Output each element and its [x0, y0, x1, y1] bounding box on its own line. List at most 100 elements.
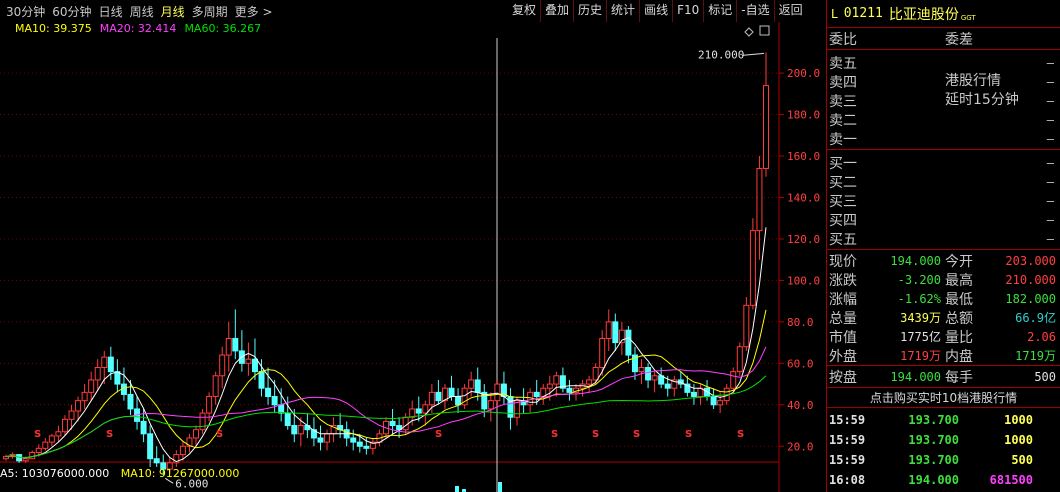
candle-body	[546, 383, 553, 389]
toolbar-button-2[interactable]: 历史	[573, 0, 606, 22]
y-tick-label: 20.0	[787, 440, 814, 453]
toolbar-button-1[interactable]: 叠加	[540, 0, 573, 22]
ask-row: 卖四 —	[827, 72, 1060, 91]
candle-body	[212, 375, 219, 398]
period-tab-0[interactable]: 30分钟	[5, 3, 46, 20]
toolbar-button-0[interactable]: 复权	[508, 0, 540, 22]
bid-value: —	[1046, 231, 1054, 246]
volume-bar	[498, 482, 502, 492]
candle-body	[605, 321, 612, 339]
ma60-line	[5, 375, 767, 459]
tick-time: 16:08	[829, 473, 866, 487]
dividend-marker: S	[435, 429, 442, 440]
period-tab-1[interactable]: 60分钟	[51, 3, 92, 20]
vol-ma10-legend: MA10: 91267000.000	[120, 467, 240, 480]
vol-ma5-legend: A5: 103076000.000	[0, 467, 110, 480]
stock-name[interactable]: 比亚迪股份	[889, 4, 959, 24]
candle-body	[638, 366, 645, 373]
toolbar-button-8[interactable]: 返回	[773, 0, 807, 22]
max-price-pointer	[741, 52, 765, 56]
market-tag: L	[831, 6, 838, 21]
toolbar-button-3[interactable]: 统计	[606, 0, 639, 22]
y-tick-label: 200.0	[787, 67, 820, 80]
candle-body	[566, 387, 573, 393]
quote-value: 1719万	[900, 349, 941, 363]
lot-label: 每手	[945, 369, 973, 386]
period-tab-2[interactable]: 日线	[98, 3, 124, 20]
tick-volume: 500	[1011, 453, 1033, 467]
period-tab-6[interactable]: 更多 >	[234, 3, 274, 20]
candle-body	[258, 371, 265, 389]
candle-body	[415, 408, 422, 414]
dividend-marker: S	[633, 429, 640, 440]
diamond-icon	[744, 27, 754, 37]
candle-body	[94, 366, 101, 381]
candle-body	[265, 387, 272, 398]
y-tick-label: 160.0	[787, 150, 820, 163]
quote-value: 1719万	[1015, 349, 1056, 363]
ask-value: —	[1046, 55, 1054, 70]
candle-body	[68, 410, 75, 420]
ma-legend: 0 MA10: 39.375 MA20: 32.414 MA60: 36.267	[0, 22, 269, 37]
candle-body	[389, 420, 396, 427]
quote-label: 涨幅	[829, 291, 857, 308]
max-price-label: 210.000	[698, 48, 744, 61]
candle-body	[219, 354, 226, 377]
ask-row: 卖五 —	[827, 53, 1060, 72]
toolbar-button-6[interactable]: 标记	[703, 0, 736, 22]
candle-body	[756, 167, 763, 232]
candle-body	[199, 412, 206, 431]
candle-body	[356, 441, 363, 447]
candle-body	[494, 383, 501, 402]
tick-time: 15:59	[829, 433, 866, 447]
bid-label: 买二	[829, 174, 857, 191]
ask-label: 卖二	[829, 112, 857, 129]
y-tick-label: 40.0	[787, 399, 814, 412]
bid-row: 买二 —	[827, 172, 1060, 191]
bid-row: 买四 —	[827, 210, 1060, 229]
candle-body	[422, 404, 429, 414]
anpan-row: 按盘 194.000 每手 500	[827, 366, 1060, 388]
ask-value: —	[1046, 112, 1054, 127]
candle-body	[140, 420, 147, 435]
quote-value: 1775亿	[900, 330, 941, 344]
tick-time: 15:59	[829, 413, 866, 427]
toolbar-button-7[interactable]: -自选	[736, 0, 773, 22]
toolbar-button-4[interactable]: 画线	[639, 0, 672, 22]
candlestick-chart[interactable]: 200.0 180.0 160.0 140.0 120.0 100.0 80.0 60.0 40…	[0, 22, 826, 492]
tick-row: 15:59 193.700 1000	[827, 430, 1060, 450]
candle-body	[35, 447, 42, 453]
weibi-row: 委比 委差	[827, 28, 1060, 50]
tick-volume: 681500	[989, 473, 1033, 487]
candle-body	[153, 458, 160, 464]
period-tab-4[interactable]: 月线	[160, 3, 186, 20]
tick-price: 193.700	[908, 453, 959, 467]
buy-level10-link[interactable]: 点击购买实时10档港股行情	[827, 388, 1060, 408]
quote-label: 现价	[829, 253, 857, 270]
candle-body	[664, 383, 671, 389]
ask-label: 卖三	[829, 93, 857, 110]
bid-row: 买三 —	[827, 191, 1060, 210]
candle-body	[599, 337, 606, 368]
dividend-marker: S	[216, 429, 223, 440]
period-tab-5[interactable]: 多周期	[191, 3, 229, 20]
candle-body	[586, 379, 593, 385]
candle-body	[193, 429, 199, 439]
candle-body	[101, 356, 108, 368]
candle-body	[350, 437, 357, 443]
candle-body	[402, 416, 409, 431]
candle-body	[206, 396, 213, 414]
candle-body	[690, 391, 697, 398]
y-tick-label: 100.0	[787, 274, 820, 287]
tick-price: 193.700	[908, 413, 959, 427]
toolbar-button-5[interactable]: F10	[672, 0, 703, 22]
ask-row: 卖一 —	[827, 129, 1060, 148]
delay-line2: 延时15分钟	[945, 92, 1019, 108]
quote-label: 今开	[945, 253, 973, 270]
candle-body	[127, 393, 134, 410]
weibi-label: 委比	[829, 31, 857, 48]
quote-label: 外盘	[829, 348, 857, 365]
period-tab-3[interactable]: 周线	[129, 3, 155, 20]
quote-value: -1.62%	[897, 291, 941, 306]
dividend-marker: S	[592, 429, 599, 440]
